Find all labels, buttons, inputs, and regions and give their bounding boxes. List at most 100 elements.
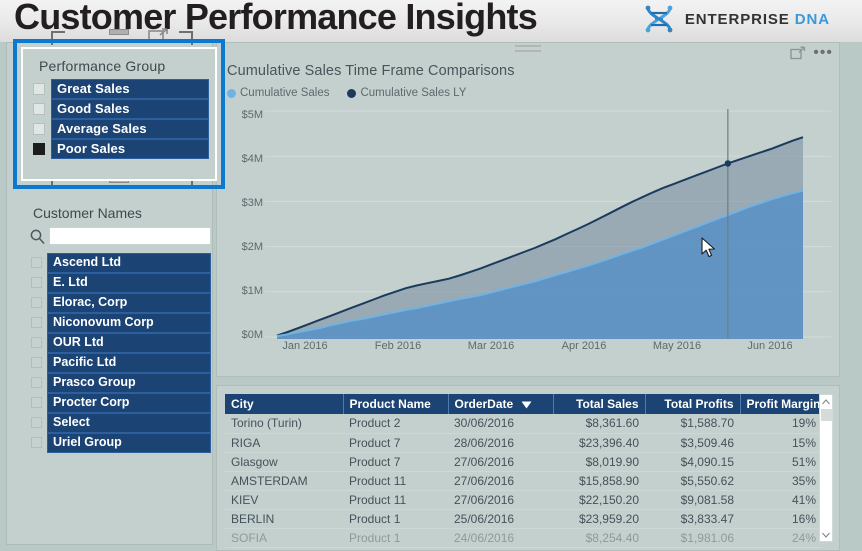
chart-plot-area: $5M $4M $3M $2M $1M $0M Jan 2016 Feb 201… — [217, 109, 841, 359]
cell-city: Torino (Turin) — [225, 414, 343, 434]
checkbox-icon[interactable] — [31, 417, 42, 428]
list-item-label: Ascend Ltd — [47, 252, 211, 273]
checkbox-icon[interactable] — [33, 83, 45, 95]
legend-item-cumulative-sales-ly[interactable]: Cumulative Sales LY — [347, 87, 466, 99]
list-item[interactable]: Elorac, Corp — [31, 292, 211, 313]
checkbox-icon[interactable] — [31, 397, 42, 408]
legend-item-cumulative-sales[interactable]: Cumulative Sales — [227, 87, 329, 99]
resize-handle-top[interactable] — [109, 29, 129, 35]
column-header-profit-margin[interactable]: Profit Margin — [740, 394, 823, 414]
brand-text: ENTERPRISE DNA — [685, 11, 830, 28]
checkbox-icon[interactable] — [31, 277, 42, 288]
slicer-customer-names[interactable]: Customer Names Ascend Ltd E. Ltd Elorac,… — [21, 201, 217, 531]
checkbox-icon[interactable] — [31, 317, 42, 328]
cell-total-profits: $1,981.06 — [645, 528, 740, 548]
column-header-product-name[interactable]: Product Name — [343, 394, 449, 414]
list-item[interactable]: Pacific Ltd — [31, 352, 211, 373]
cell-orderdate: 25/06/2016 — [448, 509, 553, 529]
table-row[interactable]: Torino (Turin) Product 2 30/06/2016 $8,3… — [225, 414, 822, 434]
list-item-label: Pacific Ltd — [47, 352, 211, 373]
slicer-item-average-sales[interactable]: Average Sales — [33, 119, 209, 139]
cell-city: AMSTERDAM — [225, 471, 343, 491]
area-chart-svg[interactable] — [265, 109, 831, 339]
scrollbar-thumb[interactable] — [821, 409, 833, 421]
cell-total-sales: $22,150.20 — [553, 490, 645, 510]
table-row[interactable]: AMSTERDAM Product 11 27/06/2016 $15,858.… — [225, 471, 822, 491]
scroll-up-arrow-icon[interactable] — [820, 395, 832, 408]
slicer-item-label: Poor Sales — [51, 139, 209, 159]
cell-profit-margin: 16% — [740, 509, 822, 529]
table-vertical-scrollbar[interactable] — [819, 394, 833, 542]
list-item-label: E. Ltd — [47, 272, 211, 293]
column-header-orderdate[interactable]: OrderDate — [448, 394, 554, 414]
table-row[interactable]: SOFIA Product 1 24/06/2016 $8,254.40 $1,… — [225, 528, 822, 548]
chart-title: Cumulative Sales Time Frame Comparisons — [227, 63, 515, 79]
list-item-label: Elorac, Corp — [47, 292, 211, 313]
cell-product-name: Product 1 — [343, 528, 448, 548]
cell-orderdate: 27/06/2016 — [448, 490, 553, 510]
slicer-item-great-sales[interactable]: Great Sales — [33, 79, 209, 99]
column-header-total-sales[interactable]: Total Sales — [553, 394, 646, 414]
cell-product-name: Product 7 — [343, 433, 448, 453]
more-options-icon[interactable]: ••• — [813, 45, 833, 61]
slicer-item-label: Great Sales — [51, 79, 209, 99]
search-input[interactable] — [49, 227, 211, 245]
list-item[interactable]: Uriel Group — [31, 432, 211, 453]
cell-orderdate: 24/06/2016 — [448, 528, 553, 548]
checkbox-icon[interactable] — [31, 357, 42, 368]
slicer-item-good-sales[interactable]: Good Sales — [33, 99, 209, 119]
scroll-down-arrow-icon[interactable] — [820, 528, 832, 541]
legend-marker-icon — [347, 88, 357, 98]
checkbox-checked-icon[interactable] — [33, 143, 45, 155]
list-item-label: Prasco Group — [47, 372, 211, 393]
slicer-item-poor-sales[interactable]: Poor Sales — [33, 139, 209, 159]
list-item-label: Procter Corp — [47, 392, 211, 413]
sort-descending-icon[interactable] — [521, 401, 532, 409]
x-tick-label: Feb 2016 — [374, 340, 422, 352]
mouse-cursor — [701, 237, 715, 258]
list-item[interactable]: Ascend Ltd — [31, 252, 211, 273]
x-axis-labels: Jan 2016 Feb 2016 Mar 2016 Apr 2016 May … — [265, 340, 831, 358]
y-tick-label: $0M — [241, 329, 263, 341]
table-row[interactable]: BERLIN Product 1 25/06/2016 $23,959.20 $… — [225, 509, 822, 529]
data-table-panel: City Product Name OrderDate Total Sales … — [216, 385, 840, 551]
list-item[interactable]: Select — [31, 412, 211, 433]
checkbox-icon[interactable] — [31, 337, 42, 348]
cell-orderdate: 28/06/2016 — [448, 433, 553, 453]
slicer-customer-names-title: Customer Names — [33, 205, 142, 221]
table-row[interactable]: KIEV Product 11 27/06/2016 $22,150.20 $9… — [225, 490, 822, 510]
y-tick-label: $1M — [241, 285, 263, 297]
list-item[interactable]: Procter Corp — [31, 392, 211, 413]
checkbox-icon[interactable] — [31, 257, 42, 268]
cell-total-profits: $9,081.58 — [645, 490, 740, 510]
focus-mode-icon[interactable] — [790, 46, 806, 61]
list-item[interactable]: Niconovum Corp — [31, 312, 211, 333]
cell-orderdate: 27/06/2016 — [448, 471, 553, 491]
panel-drag-handle[interactable] — [515, 45, 541, 54]
checkbox-icon[interactable] — [31, 297, 42, 308]
list-item-label: Uriel Group — [47, 432, 211, 453]
list-item[interactable]: OUR Ltd — [31, 332, 211, 353]
column-header-total-profits[interactable]: Total Profits — [645, 394, 741, 414]
checkbox-icon[interactable] — [33, 123, 45, 135]
column-header-city[interactable]: City — [225, 394, 344, 414]
y-tick-label: $3M — [241, 197, 263, 209]
cell-total-sales: $15,858.90 — [553, 471, 645, 491]
slicer-performance-group[interactable]: Performance Group Great Sales Good Sales… — [21, 47, 217, 181]
legend-label: Cumulative Sales — [240, 87, 330, 99]
brand-logo: ENTERPRISE DNA — [642, 5, 830, 33]
list-item[interactable]: Prasco Group — [31, 372, 211, 393]
list-item-label: Niconovum Corp — [47, 312, 211, 333]
list-item-label: OUR Ltd — [47, 332, 211, 353]
brand-primary-text: ENTERPRISE — [684, 10, 790, 28]
search-icon[interactable] — [29, 228, 46, 245]
table-row[interactable]: Glasgow Product 7 27/06/2016 $8,019.90 $… — [225, 452, 822, 472]
list-item[interactable]: E. Ltd — [31, 272, 211, 293]
checkbox-icon[interactable] — [31, 377, 42, 388]
x-tick-label: Apr 2016 — [561, 340, 607, 352]
checkbox-icon[interactable] — [33, 103, 45, 115]
checkbox-icon[interactable] — [31, 437, 42, 448]
table-row[interactable]: RIGA Product 7 28/06/2016 $23,396.40 $3,… — [225, 433, 822, 453]
cell-product-name: Product 7 — [343, 452, 448, 472]
cell-profit-margin: 15% — [740, 433, 822, 453]
